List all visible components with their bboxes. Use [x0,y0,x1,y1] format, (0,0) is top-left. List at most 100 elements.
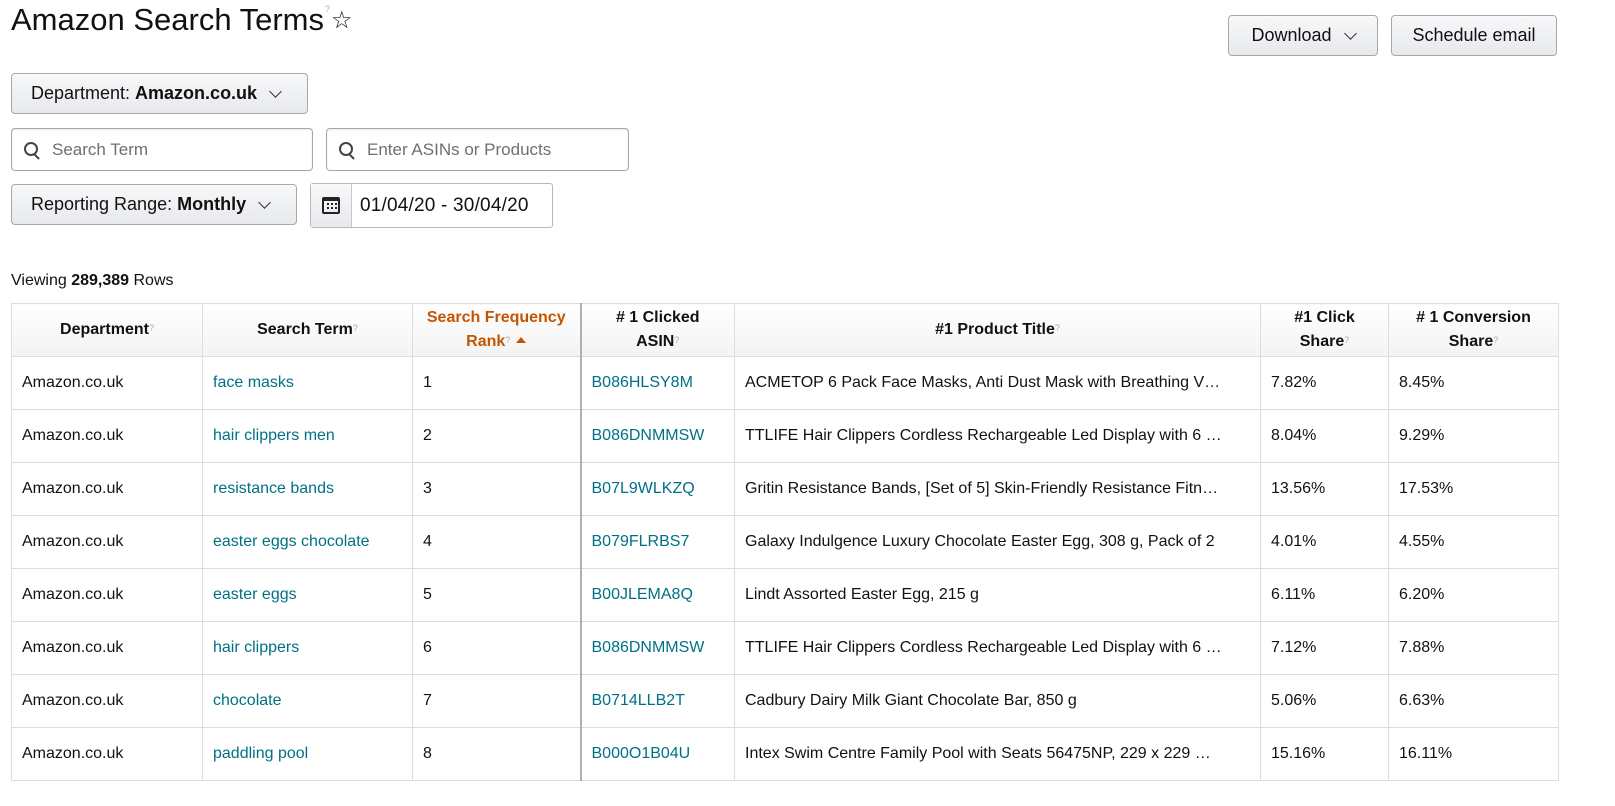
cell-search-term-link[interactable]: easter eggs [202,568,413,622]
cell-search-term-link[interactable]: hair clippers [202,621,413,675]
table-row: Amazon.co.uk face masks 1 B086HLSY8M ACM… [11,356,1559,410]
cell-click-share: 15.16% [1260,727,1389,781]
table-row: Amazon.co.uk easter eggs 5 B00JLEMA8Q Li… [11,568,1559,622]
cell-conversion-share: 4.55% [1388,515,1559,569]
column-header-search-term[interactable]: Search Term? [202,303,413,357]
cell-conversion-share: 17.53% [1388,462,1559,516]
cell-department: Amazon.co.uk [11,462,203,516]
cell-department: Amazon.co.uk [11,727,203,781]
cell-conversion-share: 16.11% [1388,727,1559,781]
column-header-product-title[interactable]: #1 Product Title? [734,303,1261,357]
date-range-value[interactable]: 01/04/20 - 30/04/20 [352,184,529,227]
cell-rank: 4 [412,515,582,569]
column-header-click-share[interactable]: #1 Click Share? [1260,303,1389,357]
cell-department: Amazon.co.uk [11,621,203,675]
cell-search-term-link[interactable]: easter eggs chocolate [202,515,413,569]
cell-rank: 7 [412,674,582,728]
cell-department: Amazon.co.uk [11,356,203,410]
cell-department: Amazon.co.uk [11,409,203,463]
cell-click-share: 7.12% [1260,621,1389,675]
column-header-conversion-share[interactable]: # 1 Conversion Share? [1388,303,1559,357]
cell-search-term-link[interactable]: chocolate [202,674,413,728]
cell-asin-link[interactable]: B07L9WLKZQ [580,462,735,516]
row-count-summary: Viewing 289,389 Rows [11,272,174,290]
cell-department: Amazon.co.uk [11,568,203,622]
asin-search-field[interactable] [326,128,629,171]
reporting-range-value: Monthly [177,194,247,214]
cell-conversion-share: 7.88% [1388,621,1559,675]
search-term-input[interactable] [52,139,292,160]
table-row: Amazon.co.uk hair clippers men 2 B086DNM… [11,409,1559,463]
asin-search-input[interactable] [367,139,607,160]
cell-rank: 8 [412,727,582,781]
cell-product-title: Intex Swim Centre Family Pool with Seats… [734,727,1261,781]
column-header-search-frequency-rank[interactable]: Search Frequency Rank? [412,303,582,357]
cell-product-title: Galaxy Indulgence Luxury Chocolate Easte… [734,515,1261,569]
page-title-wrap: Amazon Search Terms ? ☆ [11,2,353,38]
cell-click-share: 8.04% [1260,409,1389,463]
cell-product-title: Lindt Assorted Easter Egg, 215 g [734,568,1261,622]
reporting-range-label: Reporting Range: [31,194,173,214]
cell-asin-link[interactable]: B079FLRBS7 [580,515,735,569]
chevron-down-icon [258,195,271,209]
rows-suffix: Rows [133,272,174,289]
cell-asin-link[interactable]: B000O1B04U [580,727,735,781]
search-terms-table: Department? Search Term? Search Frequenc… [11,303,1559,781]
column-header-department[interactable]: Department? [11,303,203,357]
help-icon[interactable]: ? [325,4,330,14]
table-row: Amazon.co.uk easter eggs chocolate 4 B07… [11,515,1559,569]
calendar-icon [322,197,340,214]
page-title: Amazon Search Terms [11,2,324,37]
search-icon [339,141,355,158]
cell-product-title: Cadbury Dairy Milk Giant Chocolate Bar, … [734,674,1261,728]
cell-conversion-share: 6.20% [1388,568,1559,622]
cell-rank: 6 [412,621,582,675]
cell-click-share: 7.82% [1260,356,1389,410]
cell-click-share: 6.11% [1260,568,1389,622]
chevron-down-icon [269,84,282,98]
search-icon [24,141,40,158]
cell-asin-link[interactable]: B086HLSY8M [580,356,735,410]
sort-ascending-icon [516,336,527,343]
cell-search-term-link[interactable]: resistance bands [202,462,413,516]
table-row: Amazon.co.uk paddling pool 8 B000O1B04U … [11,727,1559,781]
download-label: Download [1251,25,1332,45]
cell-product-title: TTLIFE Hair Clippers Cordless Rechargeab… [734,409,1261,463]
cell-product-title: Gritin Resistance Bands, [Set of 5] Skin… [734,462,1261,516]
department-dropdown[interactable]: Department: Amazon.co.uk [11,73,308,114]
cell-click-share: 5.06% [1260,674,1389,728]
cell-asin-link[interactable]: B0714LLB2T [580,674,735,728]
cell-product-title: ACMETOP 6 Pack Face Masks, Anti Dust Mas… [734,356,1261,410]
cell-rank: 2 [412,409,582,463]
schedule-email-button[interactable]: Schedule email [1391,15,1557,56]
cell-conversion-share: 8.45% [1388,356,1559,410]
cell-asin-link[interactable]: B086DNMMSW [580,409,735,463]
star-icon[interactable]: ☆ [331,6,353,35]
reporting-range-dropdown[interactable]: Reporting Range: Monthly [11,184,297,225]
table-row: Amazon.co.uk resistance bands 3 B07L9WLK… [11,462,1559,516]
cell-product-title: TTLIFE Hair Clippers Cordless Rechargeab… [734,621,1261,675]
table-header-row: Department? Search Term? Search Frequenc… [11,303,1559,357]
download-button[interactable]: Download [1228,15,1378,56]
department-value: Amazon.co.uk [135,83,258,103]
cell-search-term-link[interactable]: paddling pool [202,727,413,781]
cell-rank: 1 [412,356,582,410]
date-range-picker[interactable]: 01/04/20 - 30/04/20 [310,183,553,228]
column-header-clicked-asin[interactable]: # 1 Clicked ASIN? [580,303,735,357]
cell-asin-link[interactable]: B086DNMMSW [580,621,735,675]
calendar-button[interactable] [311,184,352,227]
cell-click-share: 4.01% [1260,515,1389,569]
cell-department: Amazon.co.uk [11,515,203,569]
cell-conversion-share: 6.63% [1388,674,1559,728]
cell-asin-link[interactable]: B00JLEMA8Q [580,568,735,622]
cell-department: Amazon.co.uk [11,674,203,728]
row-count: 289,389 [71,272,130,289]
cell-rank: 3 [412,462,582,516]
cell-search-term-link[interactable]: hair clippers men [202,409,413,463]
table-row: Amazon.co.uk chocolate 7 B0714LLB2T Cadb… [11,674,1559,728]
table-row: Amazon.co.uk hair clippers 6 B086DNMMSW … [11,621,1559,675]
cell-search-term-link[interactable]: face masks [202,356,413,410]
chevron-down-icon [1343,26,1357,40]
search-term-field[interactable] [11,128,313,171]
cell-rank: 5 [412,568,582,622]
